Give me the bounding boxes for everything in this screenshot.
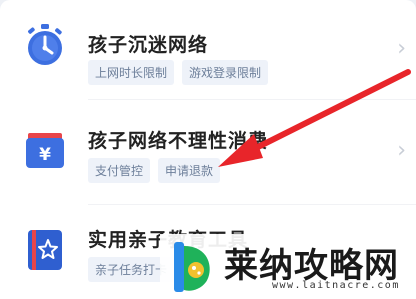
parental-control-panel: 孩子沉迷网络 上网时长限制 游戏登录限制 › ¥ 孩子网络不理性消费 支付管控 …	[0, 0, 416, 299]
watermark-url: www.laitnacre.com	[272, 280, 400, 291]
watermark-logo-icon	[174, 242, 210, 292]
watermark: 莱纳攻略网 www.laitnacre.com	[160, 234, 416, 299]
